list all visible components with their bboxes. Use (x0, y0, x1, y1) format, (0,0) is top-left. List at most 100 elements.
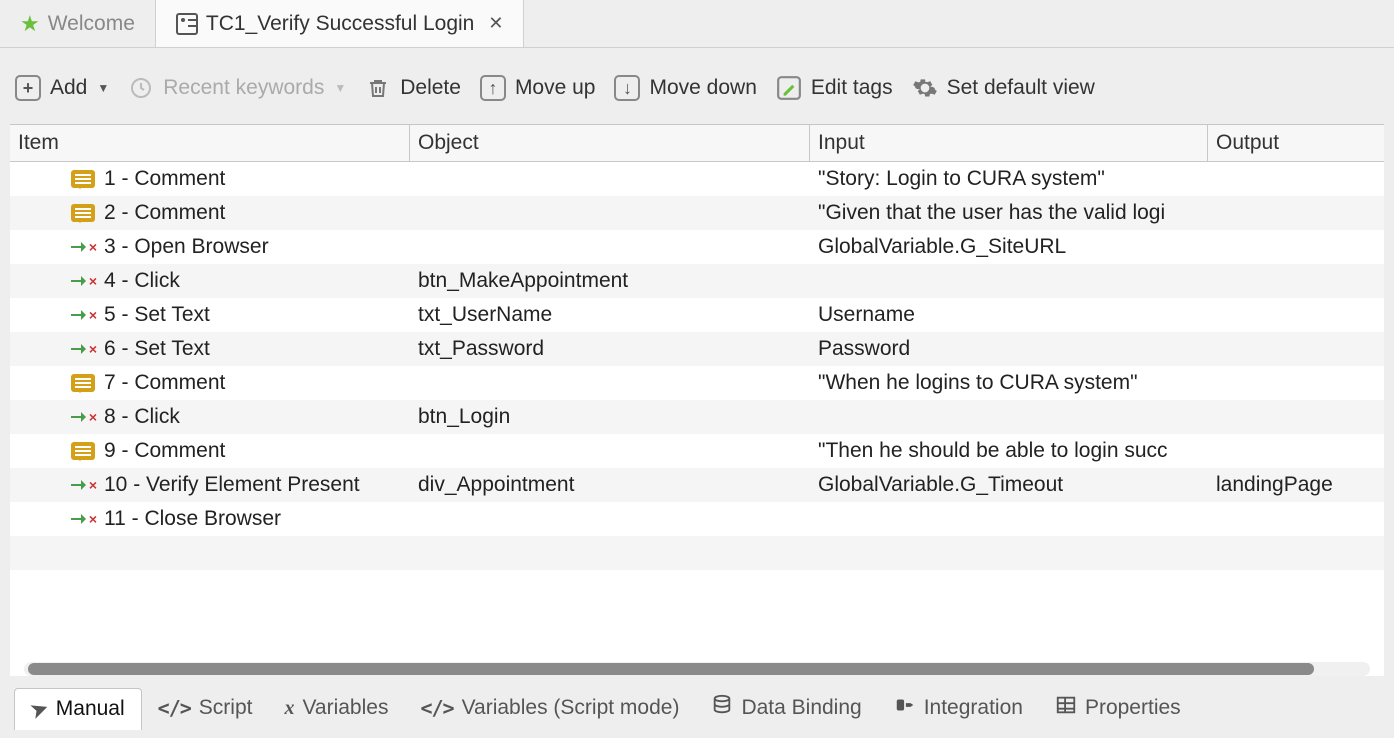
table-row[interactable]: 9 - Comment "Then he should be able to lo… (10, 434, 1384, 468)
edit-tags-button[interactable]: Edit tags (775, 74, 893, 102)
cell-input[interactable]: "Then he should be able to login succ (810, 434, 1208, 468)
col-input-header[interactable]: Input (810, 125, 1208, 161)
tab-variables-script-label: Variables (Script mode) (462, 696, 680, 720)
table-row[interactable]: 2 - Comment "Given that the user has the … (10, 196, 1384, 230)
cell-object[interactable] (410, 162, 810, 196)
tab-script[interactable]: </> Script (142, 688, 269, 728)
cell-item[interactable]: ×3 - Open Browser (10, 230, 410, 264)
cell-output[interactable] (1208, 162, 1384, 196)
table-row[interactable]: 7 - Comment "When he logins to CURA syste… (10, 366, 1384, 400)
cell-object[interactable]: txt_Password (410, 332, 810, 366)
cell-object[interactable] (410, 434, 810, 468)
table-row[interactable]: 1 - Comment "Story: Login to CURA system" (10, 162, 1384, 196)
cell-output[interactable] (1208, 332, 1384, 366)
cell-input[interactable] (810, 502, 1208, 536)
col-item-header[interactable]: Item (10, 125, 410, 161)
cell-output[interactable] (1208, 570, 1384, 604)
horizontal-scrollbar[interactable] (24, 662, 1370, 676)
tab-manual[interactable]: ➤ Manual (14, 688, 142, 730)
cell-output[interactable] (1208, 366, 1384, 400)
cell-input[interactable]: "When he logins to CURA system" (810, 366, 1208, 400)
cell-input[interactable] (810, 264, 1208, 298)
table-row[interactable]: ×4 - Clickbtn_MakeAppointment (10, 264, 1384, 298)
cell-output[interactable] (1208, 502, 1384, 536)
col-object-header[interactable]: Object (410, 125, 810, 161)
table-row[interactable] (10, 536, 1384, 570)
step-label: 4 - Click (104, 269, 180, 293)
cell-object[interactable]: div_Appointment (410, 468, 810, 502)
tab-variables[interactable]: x Variables (268, 688, 404, 728)
cell-input[interactable]: Username (810, 298, 1208, 332)
cell-object[interactable] (410, 570, 810, 604)
star-icon: ★ (20, 11, 40, 37)
cell-input[interactable] (810, 536, 1208, 570)
move-up-label: Move up (515, 76, 596, 100)
table-row[interactable] (10, 570, 1384, 604)
database-icon (711, 694, 733, 722)
cell-item[interactable]: ×10 - Verify Element Present (10, 468, 410, 502)
cell-output[interactable]: landingPage (1208, 468, 1384, 502)
comment-icon (70, 373, 96, 393)
table-row[interactable]: ×3 - Open Browser GlobalVariable.G_SiteUR… (10, 230, 1384, 264)
cell-object[interactable] (410, 366, 810, 400)
cell-output[interactable] (1208, 230, 1384, 264)
cell-input[interactable]: "Given that the user has the valid logi (810, 196, 1208, 230)
move-up-button[interactable]: ↑ Move up (479, 74, 596, 102)
cell-output[interactable] (1208, 264, 1384, 298)
cell-input[interactable]: Password (810, 332, 1208, 366)
cell-object[interactable] (410, 230, 810, 264)
tab-properties[interactable]: Properties (1039, 686, 1197, 730)
cell-output[interactable] (1208, 196, 1384, 230)
cell-object[interactable] (410, 196, 810, 230)
cell-output[interactable] (1208, 298, 1384, 332)
cell-item[interactable]: ×4 - Click (10, 264, 410, 298)
move-down-button[interactable]: ↓ Move down (613, 74, 756, 102)
cell-input[interactable]: GlobalVariable.G_Timeout (810, 468, 1208, 502)
cell-output[interactable] (1208, 434, 1384, 468)
cell-item[interactable]: ×8 - Click (10, 400, 410, 434)
cell-item[interactable]: 2 - Comment (10, 196, 410, 230)
cell-object[interactable]: txt_UserName (410, 298, 810, 332)
cell-object[interactable] (410, 536, 810, 570)
close-icon[interactable]: ✕ (488, 13, 503, 34)
table-row[interactable]: ×10 - Verify Element Presentdiv_Appointm… (10, 468, 1384, 502)
cell-item[interactable]: 1 - Comment (10, 162, 410, 196)
recent-keywords-button[interactable]: Recent keywords ▼ (127, 74, 346, 102)
tab-script-label: Script (199, 696, 253, 720)
cell-input[interactable] (810, 400, 1208, 434)
cell-item[interactable] (10, 570, 410, 604)
cell-output[interactable] (1208, 400, 1384, 434)
tab-variables-script[interactable]: </> Variables (Script mode) (404, 688, 695, 728)
trash-icon (364, 74, 392, 102)
cell-object[interactable] (410, 502, 810, 536)
cell-item[interactable] (10, 536, 410, 570)
cell-input[interactable] (810, 570, 1208, 604)
scroll-thumb[interactable] (28, 663, 1314, 675)
table-row[interactable]: ×6 - Set Texttxt_PasswordPassword (10, 332, 1384, 366)
tab-welcome[interactable]: ★ Welcome (0, 0, 156, 47)
cell-item[interactable]: ×6 - Set Text (10, 332, 410, 366)
cell-input[interactable]: "Story: Login to CURA system" (810, 162, 1208, 196)
cell-item[interactable]: ×11 - Close Browser (10, 502, 410, 536)
tab-testcase[interactable]: TC1_Verify Successful Login ✕ (156, 0, 525, 47)
cell-output[interactable] (1208, 536, 1384, 570)
add-button[interactable]: + Add ▼ (14, 74, 109, 102)
cell-input[interactable]: GlobalVariable.G_SiteURL (810, 230, 1208, 264)
table-row[interactable]: ×11 - Close Browser (10, 502, 1384, 536)
tab-data-binding[interactable]: Data Binding (695, 686, 877, 730)
cell-item[interactable]: 7 - Comment (10, 366, 410, 400)
set-default-view-button[interactable]: Set default view (911, 74, 1095, 102)
cell-item[interactable]: ×5 - Set Text (10, 298, 410, 332)
cell-item[interactable]: 9 - Comment (10, 434, 410, 468)
cell-object[interactable]: btn_MakeAppointment (410, 264, 810, 298)
table-row[interactable]: ×8 - Clickbtn_Login (10, 400, 1384, 434)
table-row[interactable]: ×5 - Set Texttxt_UserNameUsername (10, 298, 1384, 332)
col-output-header[interactable]: Output (1208, 125, 1384, 161)
delete-label: Delete (400, 76, 461, 100)
code-icon: </> (158, 696, 191, 720)
tab-integration[interactable]: Integration (878, 686, 1039, 730)
cell-object[interactable]: btn_Login (410, 400, 810, 434)
delete-button[interactable]: Delete (364, 74, 461, 102)
toolbar: + Add ▼ Recent keywords ▼ Delete ↑ Move … (0, 48, 1394, 124)
action-icon: × (70, 339, 96, 359)
